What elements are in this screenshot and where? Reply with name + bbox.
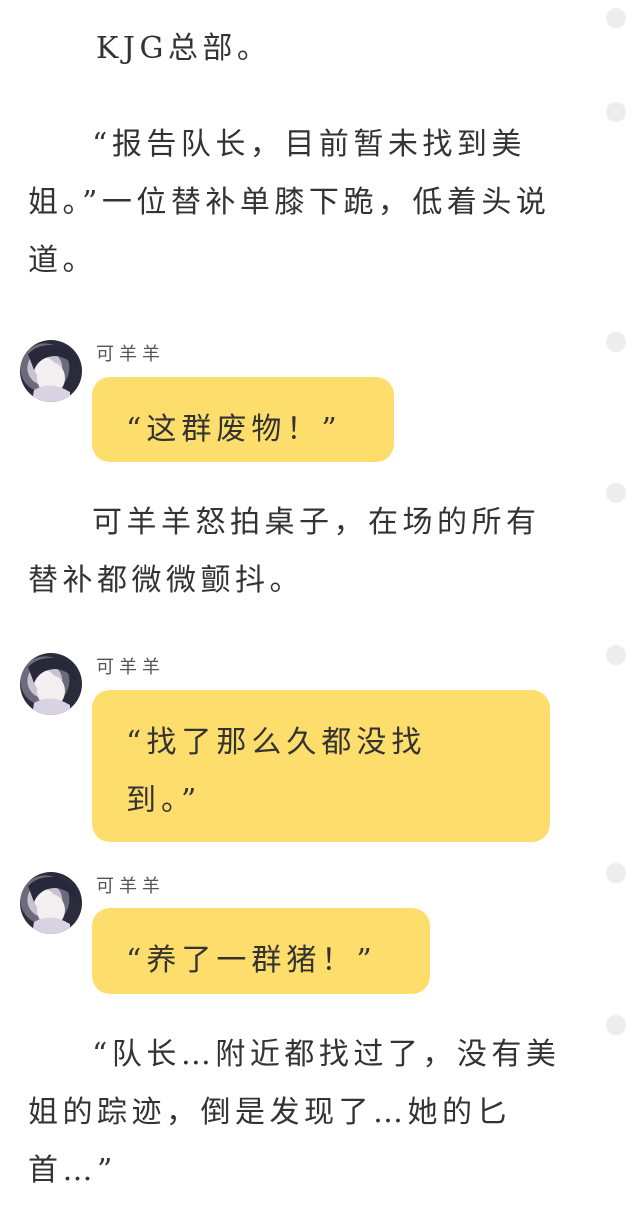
narration-paragraph: “队长…附近都找过了，没有美姐的踪迹，倒是发现了…她的匕首…”: [28, 1037, 561, 1188]
narration-paragraph: 可羊羊怒拍桌子，在场的所有替补都微微颤抖。: [28, 505, 541, 598]
narration-paragraph: KJG总部。: [96, 31, 272, 66]
character-avatar-icon: [28, 658, 78, 715]
comment-dot-icon[interactable]: [606, 102, 626, 122]
comment-dot-icon[interactable]: [606, 483, 626, 503]
comment-dot-icon[interactable]: [606, 1015, 626, 1035]
comment-dot-icon[interactable]: [606, 332, 626, 352]
comment-dot-icon[interactable]: [606, 863, 626, 883]
comment-dot-icon[interactable]: [606, 8, 626, 28]
speaker-name: 可羊羊: [96, 657, 165, 678]
character-avatar-icon: [28, 345, 78, 402]
speaker-name: 可羊羊: [96, 876, 165, 897]
speaker-avatar[interactable]: [20, 653, 82, 715]
comment-dot-icon[interactable]: [606, 645, 626, 665]
dialogue-bubble: “找了那么久都没找到。”: [92, 690, 550, 842]
dialogue-bubble: “这群废物！”: [92, 377, 394, 462]
speaker-name: 可羊羊: [96, 344, 165, 365]
speaker-avatar[interactable]: [20, 872, 82, 934]
character-avatar-icon: [28, 877, 78, 934]
speaker-avatar[interactable]: [20, 340, 82, 402]
dialogue-bubble: “养了一群猪！”: [92, 908, 430, 994]
narration-paragraph: “报告队长，目前暂未找到美姐。”一位替补单膝下跪，低着头说道。: [28, 127, 551, 278]
